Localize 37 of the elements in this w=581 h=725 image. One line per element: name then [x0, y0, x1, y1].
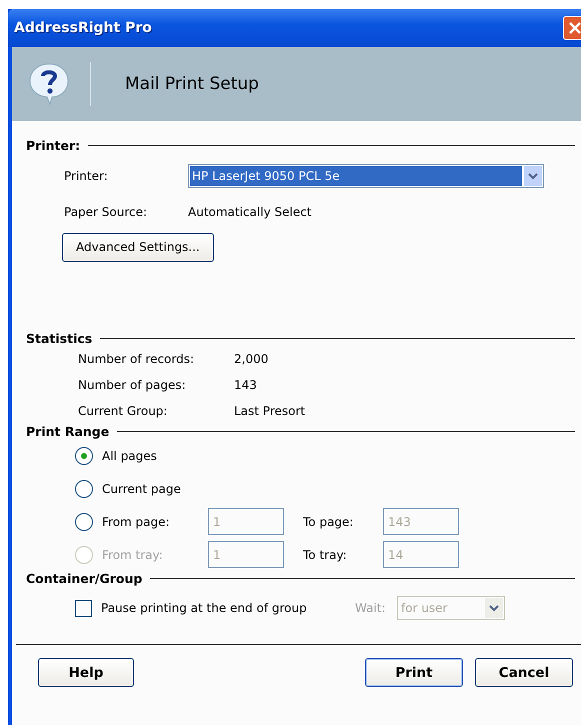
- chevron-down-icon: [485, 598, 503, 618]
- field-label: To page:: [303, 514, 354, 528]
- radio-button[interactable]: [75, 480, 93, 498]
- radio-label: From tray:: [102, 548, 164, 562]
- stat-value: Last Presort: [234, 404, 306, 418]
- field-label: Printer:: [64, 169, 109, 183]
- close-icon: [569, 22, 581, 34]
- field-value: Automatically Select: [188, 205, 312, 219]
- stat-value: 143: [234, 378, 257, 392]
- field-label: Paper Source:: [64, 205, 148, 219]
- dialog-button[interactable]: Print: [365, 658, 463, 687]
- printer-dropdown[interactable]: HP LaserJet 9050 PCL 5e: [188, 164, 544, 188]
- radio-label: All pages: [102, 448, 158, 462]
- field-label: To tray:: [303, 548, 348, 562]
- section-heading: Container/Group: [26, 571, 142, 586]
- section-heading: Statistics: [26, 331, 92, 346]
- radio-button[interactable]: [75, 512, 93, 530]
- chevron-down-icon: [524, 166, 542, 186]
- advanced-settings-button[interactable]: Advanced Settings...: [62, 232, 214, 262]
- help-bubble-icon: [28, 62, 70, 106]
- field-label: Wait:: [355, 601, 387, 615]
- dialog-title: Mail Print Setup: [125, 74, 259, 94]
- radio-label: Current page: [102, 482, 182, 496]
- radio-label: From page:: [102, 514, 171, 528]
- dialog-button[interactable]: Cancel: [475, 658, 573, 687]
- stat-label: Number of records:: [78, 352, 196, 366]
- checkbox[interactable]: [75, 600, 92, 616]
- section-heading: Printer:: [26, 138, 80, 153]
- stat-label: Current Group:: [78, 404, 168, 418]
- close-button[interactable]: [563, 16, 581, 40]
- window-title: AddressRight Pro: [14, 20, 152, 36]
- stat-label: Number of pages:: [78, 378, 187, 392]
- checkbox-label: Pause printing at the end of group: [101, 601, 308, 615]
- radio-button[interactable]: [75, 446, 93, 464]
- section-heading: Print Range: [26, 424, 110, 439]
- dialog-button[interactable]: Help: [38, 658, 134, 687]
- stat-value: 2,000: [234, 352, 268, 366]
